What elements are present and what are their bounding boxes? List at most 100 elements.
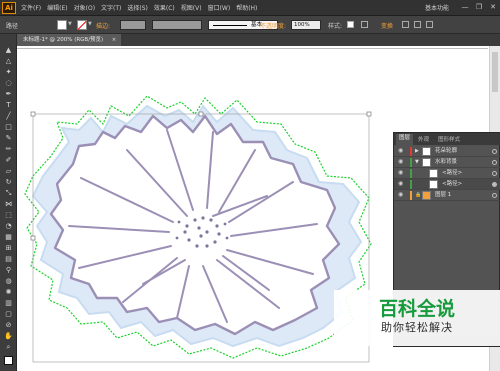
menu-help[interactable]: 帮助(H) (236, 3, 257, 12)
layer-name[interactable]: <路径> (442, 169, 462, 178)
shape-builder-icon[interactable]: ◔ (4, 222, 13, 230)
blend-icon[interactable]: ◍ (4, 277, 13, 285)
tab-appearance[interactable]: 外观 (418, 135, 429, 143)
document-setup-icon[interactable] (361, 21, 368, 28)
target-icon[interactable] (492, 182, 497, 187)
mesh-icon[interactable]: ⊞ (4, 244, 13, 252)
chevron-down-icon[interactable]: ▼ (415, 159, 421, 165)
eyedropper-icon[interactable]: ⚲ (4, 266, 13, 274)
free-transform-icon[interactable]: ⬚ (4, 211, 13, 219)
style-label: 样式: (328, 23, 343, 30)
gradient-icon[interactable]: ▤ (4, 255, 13, 263)
fill-swatch[interactable] (57, 20, 67, 30)
width-icon[interactable]: ⋈ (4, 200, 13, 208)
layer-name[interactable]: 图层 1 (435, 191, 451, 200)
hand-icon[interactable]: ✋ (4, 332, 13, 340)
eye-icon[interactable]: ◉ (398, 159, 405, 165)
isolate-icon[interactable] (414, 21, 421, 28)
eye-icon[interactable]: ◉ (398, 148, 405, 154)
layer-row[interactable]: ◉ ▶ 花朵轮廓 (394, 146, 500, 157)
layer-row[interactable]: ◉ 🔒 图层 1 (394, 190, 500, 201)
opacity-field[interactable]: 100% (291, 20, 321, 30)
zoom-icon[interactable]: ⌕ (4, 343, 13, 351)
lasso-icon[interactable]: ◌ (4, 79, 13, 87)
menu-bar: Ai 文件(F) 编辑(E) 对象(O) 文字(T) 选择(S) 效果(C) 视… (0, 0, 500, 16)
menu-select[interactable]: 选择(S) (127, 3, 148, 12)
chevron-right-icon[interactable]: ▶ (415, 148, 421, 154)
control-bar: 路径 ▼ ▼ 描边: 基本 不透明度: 100% 样式: 变换 (0, 16, 500, 34)
line-icon[interactable]: ╱ (4, 112, 13, 120)
layers-panel-tabs: 图层 外观 图形样式 (394, 133, 500, 145)
close-tab-icon[interactable]: × (112, 34, 117, 46)
magic-wand-icon[interactable]: ✦ (4, 68, 13, 76)
layer-row[interactable]: ◉ <路径> (394, 168, 500, 179)
tools-panel: ▲ △ ✦ ◌ ✒ T ╱ □ ✎ ✏ ✐ ▱ ↻ ⤡ ⋈ ⬚ ◔ ▦ ⊞ ▤ … (0, 34, 17, 371)
layer-row[interactable]: ◉ ▼ 水彩背景 (394, 157, 500, 168)
eye-icon[interactable]: ◉ (398, 170, 405, 176)
column-graph-icon[interactable]: ▥ (4, 299, 13, 307)
lock-icon[interactable]: 🔒 (415, 192, 421, 198)
direct-selection-icon[interactable]: △ (4, 57, 13, 65)
fill-color-icon[interactable] (4, 356, 13, 365)
transform-label[interactable]: 变换 (381, 21, 393, 30)
chevron-down-icon[interactable]: ▼ (68, 21, 73, 27)
layer-color-bar (410, 180, 412, 189)
menu-type[interactable]: 文字(T) (101, 3, 121, 12)
menu-effect[interactable]: 效果(C) (154, 3, 175, 12)
scale-icon[interactable]: ⤡ (4, 189, 13, 197)
eraser-icon[interactable]: ▱ (4, 167, 13, 175)
watermark-title: 百科全说 (378, 298, 455, 320)
perspective-icon[interactable]: ▦ (4, 233, 13, 241)
minimize-button[interactable]: — (460, 2, 470, 12)
menu-edit[interactable]: 编辑(E) (47, 3, 67, 12)
tab-graphic-styles[interactable]: 图形样式 (438, 135, 460, 143)
blob-brush-icon[interactable]: ✐ (4, 156, 13, 164)
symbol-sprayer-icon[interactable]: ✺ (4, 288, 13, 296)
rectangle-icon[interactable]: □ (4, 123, 13, 131)
eye-icon[interactable]: ◉ (398, 181, 405, 187)
artboard-icon[interactable]: ▢ (4, 310, 13, 318)
resize-handle (30, 111, 36, 117)
panel-menu-icon[interactable] (426, 21, 433, 28)
document-title: 未标题-1* @ 200% (RGB/预览) (23, 37, 104, 43)
stroke-swatch[interactable] (77, 20, 87, 30)
target-icon[interactable] (492, 193, 497, 198)
pencil-icon[interactable]: ✏ (4, 145, 13, 153)
stroke-label[interactable]: 描边: (96, 21, 110, 30)
opacity-label[interactable]: 不透明度: (260, 21, 286, 30)
stroke-weight-field[interactable] (120, 20, 146, 30)
align-icon[interactable] (402, 21, 409, 28)
resize-handle (198, 111, 204, 117)
close-window-button[interactable]: ✕ (488, 2, 498, 12)
type-icon[interactable]: T (4, 101, 13, 109)
layer-name[interactable]: 花朵轮廓 (435, 147, 457, 156)
scrollbar-thumb[interactable] (492, 52, 498, 92)
target-icon[interactable] (492, 160, 497, 165)
layer-row[interactable]: ◉ <路径> (394, 179, 500, 190)
workspace-switcher[interactable]: 基本功能 (425, 3, 449, 12)
variable-width-profile-select[interactable] (152, 20, 202, 30)
menu-file[interactable]: 文件(F) (21, 3, 41, 12)
document-tab[interactable]: 未标题-1* @ 200% (RGB/预览) × (17, 34, 122, 46)
target-icon[interactable] (492, 149, 497, 154)
rotate-icon[interactable]: ↻ (4, 178, 13, 186)
eye-icon[interactable]: ◉ (398, 192, 405, 198)
brush-preview-line (213, 25, 247, 26)
menu-window[interactable]: 窗口(W) (208, 3, 231, 12)
slice-icon[interactable]: ⊘ (4, 321, 13, 329)
chevron-down-icon[interactable]: ▼ (88, 21, 93, 27)
layer-thumbnail (422, 191, 431, 200)
layer-color-bar (410, 147, 412, 156)
selection-icon[interactable]: ▲ (4, 46, 13, 54)
paintbrush-icon[interactable]: ✎ (4, 134, 13, 142)
menu-object[interactable]: 对象(O) (74, 3, 95, 12)
layer-name[interactable]: <路径> (442, 180, 462, 189)
menu-view[interactable]: 视图(V) (181, 3, 202, 12)
target-icon[interactable] (492, 171, 497, 176)
graphic-style-swatch[interactable] (347, 21, 354, 28)
pen-icon[interactable]: ✒ (4, 90, 13, 98)
layer-color-bar (410, 169, 412, 178)
restore-button[interactable]: ❐ (474, 2, 484, 12)
tab-layers[interactable]: 图层 (396, 134, 414, 145)
layer-name[interactable]: 水彩背景 (435, 158, 457, 167)
